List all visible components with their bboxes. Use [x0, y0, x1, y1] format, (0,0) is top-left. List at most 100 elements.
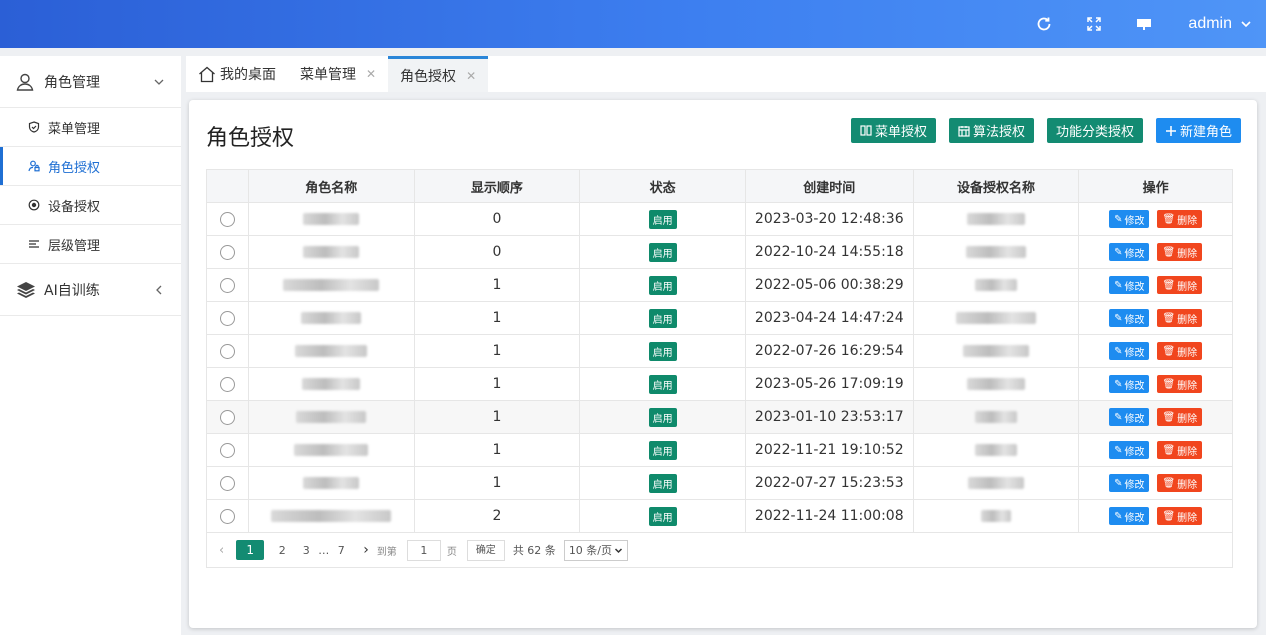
- row-radio[interactable]: [219, 475, 235, 491]
- goto-page-input[interactable]: 1: [406, 539, 441, 561]
- delete-button[interactable]: 🗑 删除: [1157, 408, 1203, 426]
- edit-button[interactable]: ✎ 修改: [1109, 507, 1150, 525]
- button-label: 删除: [1177, 281, 1198, 293]
- delete-button[interactable]: 🗑 删除: [1157, 276, 1203, 294]
- sidebar-item-menu[interactable]: 菜单管理: [0, 108, 181, 147]
- chevron-down-icon: [154, 79, 164, 85]
- func-auth-button[interactable]: 功能分类授权: [1046, 118, 1143, 143]
- created-cell: 2022-10-24 14:55:18: [746, 236, 914, 268]
- algo-auth-button[interactable]: 算法授权: [948, 118, 1034, 143]
- device-auth-cell: [914, 401, 1080, 433]
- edit-button[interactable]: ✎ 修改: [1109, 375, 1150, 393]
- row-radio[interactable]: [219, 343, 235, 359]
- delete-button[interactable]: 🗑 删除: [1157, 309, 1203, 327]
- page-number[interactable]: 7: [331, 544, 351, 557]
- row-radio[interactable]: [219, 211, 235, 227]
- edit-button[interactable]: ✎ 修改: [1109, 408, 1150, 426]
- edit-button[interactable]: ✎ 修改: [1109, 276, 1150, 294]
- delete-button[interactable]: 🗑 删除: [1157, 474, 1203, 492]
- button-label: 删除: [1177, 215, 1198, 227]
- button-label: 删除: [1177, 248, 1198, 260]
- order-cell: 1: [415, 368, 581, 400]
- edit-button[interactable]: ✎ 修改: [1109, 474, 1150, 492]
- page-number[interactable]: 1: [236, 540, 265, 560]
- user-menu[interactable]: admin: [1188, 15, 1252, 33]
- role-name-cell: [249, 401, 415, 433]
- page-number[interactable]: 2: [272, 544, 292, 557]
- delete-button[interactable]: 🗑 删除: [1157, 507, 1203, 525]
- table-row[interactable]: 0 启用 2023-03-20 12:48:36 ✎ 修改 🗑 删除: [207, 203, 1232, 236]
- trash-icon: 🗑: [1162, 246, 1176, 258]
- pencil-icon: ✎: [1114, 246, 1123, 258]
- status-cell: 启用: [580, 500, 746, 532]
- sidebar-group-ai[interactable]: AI自训练: [0, 264, 181, 316]
- order-cell: 1: [415, 302, 581, 334]
- sidebar-group-label: 角色管理: [44, 74, 100, 91]
- chevron-down-icon: [614, 547, 623, 553]
- table-row[interactable]: 1 启用 2023-05-26 17:09:19 ✎ 修改 🗑 删除: [207, 368, 1232, 401]
- sidebar-item-level[interactable]: 层级管理: [0, 225, 181, 264]
- select-cell: [207, 434, 249, 466]
- page-ellipsis: …: [318, 543, 330, 557]
- column-header: 状态: [580, 170, 746, 202]
- row-radio[interactable]: [219, 244, 235, 260]
- table-row[interactable]: 0 启用 2022-10-24 14:55:18 ✎ 修改 🗑 删除: [207, 236, 1232, 269]
- sidebar-item-role-auth[interactable]: 角色授权: [0, 147, 181, 186]
- row-radio[interactable]: [219, 376, 235, 392]
- button-label: 菜单授权: [874, 125, 927, 140]
- row-radio[interactable]: [219, 277, 235, 293]
- page-number[interactable]: 3: [296, 544, 316, 557]
- close-icon[interactable]: ✕: [366, 67, 376, 81]
- goto-confirm-button[interactable]: 确定: [466, 539, 505, 561]
- edit-button[interactable]: ✎ 修改: [1109, 210, 1150, 228]
- redacted-role-name: [303, 477, 360, 489]
- delete-button[interactable]: 🗑 删除: [1157, 243, 1203, 261]
- prev-page-icon[interactable]: ‹: [219, 543, 224, 558]
- tab-role-auth[interactable]: 角色授权 ✕: [388, 56, 489, 92]
- edit-button[interactable]: ✎ 修改: [1109, 342, 1150, 360]
- edit-button[interactable]: ✎ 修改: [1109, 309, 1150, 327]
- table-row[interactable]: 1 启用 2023-04-24 14:47:24 ✎ 修改 🗑 删除: [207, 302, 1232, 335]
- delete-button[interactable]: 🗑 删除: [1157, 210, 1203, 228]
- sidebar-group-role[interactable]: 角色管理: [0, 56, 181, 108]
- device-auth-cell: [914, 467, 1080, 499]
- column-header: 角色名称: [249, 170, 415, 202]
- trash-icon: 🗑: [1162, 279, 1176, 291]
- sidebar-item-label: 设备授权: [48, 199, 101, 215]
- select-cell: [207, 203, 249, 235]
- next-page-icon[interactable]: ›: [363, 542, 369, 558]
- pencil-icon: ✎: [1114, 312, 1123, 324]
- tab-home[interactable]: 我的桌面: [186, 56, 288, 92]
- delete-button[interactable]: 🗑 删除: [1157, 342, 1203, 360]
- created-cell: 2023-03-20 12:48:36: [746, 203, 914, 235]
- select-cell: [207, 302, 249, 334]
- table-row[interactable]: 2 启用 2022-11-24 11:00:08 ✎ 修改 🗑 删除: [207, 500, 1232, 533]
- menu-auth-button[interactable]: 菜单授权: [850, 118, 936, 143]
- table-row[interactable]: 1 启用 2022-07-27 15:23:53 ✎ 修改 🗑 删除: [207, 467, 1232, 500]
- role-name-cell: [249, 335, 415, 367]
- edit-button[interactable]: ✎ 修改: [1109, 441, 1150, 459]
- trash-icon: 🗑: [1162, 510, 1176, 522]
- tab-menu-manage[interactable]: 菜单管理 ✕: [288, 56, 388, 92]
- row-radio[interactable]: [219, 442, 235, 458]
- page-size-select[interactable]: 10 条/页: [563, 539, 629, 561]
- row-radio[interactable]: [219, 409, 235, 425]
- table-row[interactable]: 1 启用 2022-11-21 19:10:52 ✎ 修改 🗑 删除: [207, 434, 1232, 467]
- row-radio[interactable]: [219, 508, 235, 524]
- table-row[interactable]: 1 启用 2023-01-10 23:53:17 ✎ 修改 🗑 删除: [207, 401, 1232, 434]
- sidebar-item-device-auth[interactable]: 设备授权: [0, 186, 181, 225]
- delete-button[interactable]: 🗑 删除: [1157, 441, 1203, 459]
- button-label: 修改: [1124, 380, 1145, 392]
- row-radio[interactable]: [219, 310, 235, 326]
- screen-icon[interactable]: [1132, 12, 1156, 36]
- edit-button[interactable]: ✎ 修改: [1109, 243, 1150, 261]
- new-role-button[interactable]: 新建角色: [1155, 118, 1241, 143]
- close-icon[interactable]: ✕: [466, 69, 476, 83]
- table-row[interactable]: 1 启用 2022-05-06 00:38:29 ✎ 修改 🗑 删除: [207, 269, 1232, 302]
- table-row[interactable]: 1 启用 2022-07-26 16:29:54 ✎ 修改 🗑 删除: [207, 335, 1232, 368]
- delete-button[interactable]: 🗑 删除: [1157, 375, 1203, 393]
- fullscreen-icon[interactable]: [1082, 12, 1106, 36]
- order-cell: 1: [415, 335, 581, 367]
- refresh-icon[interactable]: [1032, 12, 1056, 36]
- button-label: 删除: [1177, 446, 1198, 458]
